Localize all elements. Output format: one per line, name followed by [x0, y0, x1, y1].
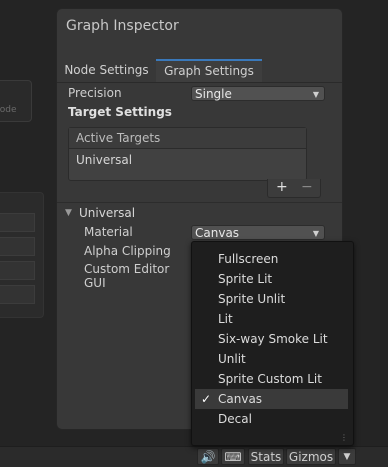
menu-item-unlit[interactable]: Unlit — [195, 349, 348, 369]
menu-item-lit[interactable]: Lit — [195, 309, 348, 329]
active-targets-list: Active Targets Universal — [68, 127, 307, 181]
background-node-label: Node — [0, 105, 17, 115]
chevron-down-icon: ▼ — [312, 229, 319, 238]
add-target-button[interactable]: + — [276, 179, 288, 195]
target-settings-label: Target Settings — [68, 105, 172, 119]
menu-item-decal[interactable]: Decal — [195, 409, 348, 429]
menu-item-label: Sprite Custom Lit — [218, 372, 322, 386]
gizmos-button[interactable]: Gizmos — [286, 448, 336, 465]
background-field — [0, 237, 35, 256]
list-controls: + − — [267, 179, 321, 198]
material-label: Material — [84, 225, 133, 239]
background-field — [0, 213, 35, 232]
scroll-indicator-icon: ⋮ — [340, 433, 348, 442]
menu-item-label: Sprite Unlit — [218, 292, 286, 306]
material-value: Canvas — [195, 226, 240, 240]
custom-editor-gui-label: Custom Editor GUI — [84, 262, 170, 290]
material-menu: Fullscreen Sprite Lit Sprite Unlit Lit S… — [191, 241, 354, 446]
tab-node-settings[interactable]: Node Settings — [57, 60, 156, 81]
inspector-tabs: Node Settings Graph Settings — [57, 59, 342, 83]
menu-item-label: Lit — [218, 312, 233, 326]
foldout-arrow-icon[interactable]: ▼ — [65, 208, 72, 218]
background-panel — [0, 192, 44, 318]
menu-item-sprite-custom-lit[interactable]: Sprite Custom Lit — [195, 369, 348, 389]
menu-item-label: Canvas — [218, 392, 263, 406]
background-node: Node — [0, 80, 32, 122]
menu-item-sprite-unlit[interactable]: Sprite Unlit — [195, 289, 348, 309]
alpha-clipping-label: Alpha Clipping — [84, 244, 171, 258]
chevron-down-icon[interactable]: ▼ — [338, 448, 356, 465]
chevron-down-icon: ▼ — [312, 90, 319, 99]
menu-item-fullscreen[interactable]: Fullscreen — [195, 249, 348, 269]
menu-item-sprite-lit[interactable]: Sprite Lit — [195, 269, 348, 289]
remove-target-button[interactable]: − — [301, 179, 313, 195]
stats-button[interactable]: Stats — [248, 448, 284, 465]
precision-label: Precision — [68, 86, 122, 100]
background-field — [0, 285, 35, 304]
background-field — [0, 261, 35, 280]
menu-item-label: Decal — [218, 412, 252, 426]
menu-item-six-way-smoke-lit[interactable]: Six-way Smoke Lit — [195, 329, 348, 349]
menu-item-label: Unlit — [218, 352, 246, 366]
material-dropdown[interactable]: Canvas ▼ — [191, 225, 325, 240]
list-item[interactable]: Universal — [76, 153, 132, 167]
menu-item-label: Fullscreen — [218, 252, 279, 266]
keyboard-icon[interactable]: ⌨ — [221, 448, 245, 465]
tab-graph-settings[interactable]: Graph Settings — [156, 59, 262, 82]
menu-item-label: Sprite Lit — [218, 272, 273, 286]
bottom-toolbar: 🔊 ⌨ Stats Gizmos ▼ — [0, 446, 388, 467]
universal-section-title[interactable]: Universal — [79, 206, 135, 220]
section-divider — [57, 202, 342, 203]
precision-value: Single — [195, 87, 232, 101]
precision-dropdown[interactable]: Single ▼ — [191, 86, 325, 101]
menu-item-canvas[interactable]: ✓ Canvas — [195, 389, 348, 409]
active-targets-header-label: Active Targets — [76, 131, 161, 145]
active-targets-header: Active Targets — [69, 128, 306, 149]
checkmark-icon: ✓ — [201, 392, 212, 406]
speaker-icon[interactable]: 🔊 — [197, 448, 219, 465]
menu-item-label: Six-way Smoke Lit — [218, 332, 328, 346]
inspector-title: Graph Inspector — [66, 18, 179, 34]
